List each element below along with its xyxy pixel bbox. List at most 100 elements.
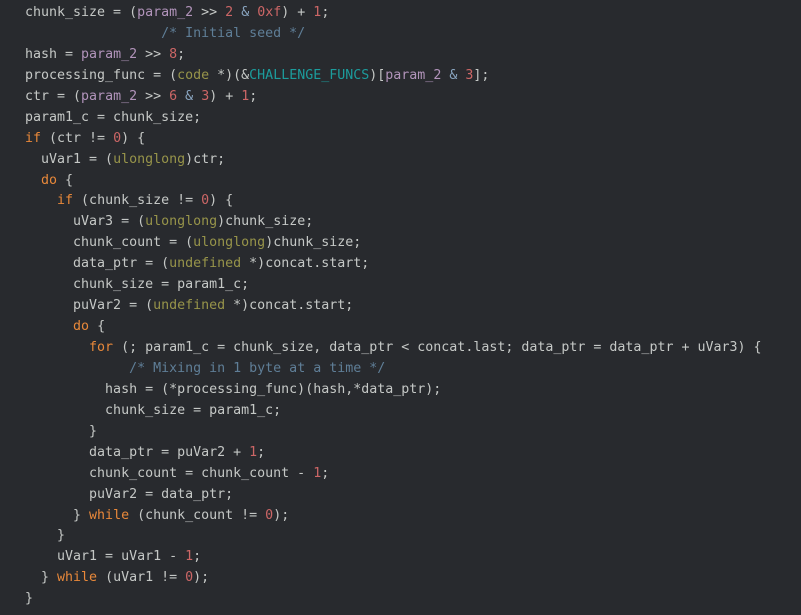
code-token-global: CHALLENGE_FUNCS — [249, 67, 370, 83]
code-token-plain: (; param1_c = chunk_size, data_ptr < con… — [113, 340, 762, 355]
code-token-plain: (chunk_size != — [73, 193, 202, 209]
code-line[interactable]: uVar1 = uVar1 - 1; — [25, 547, 801, 568]
code-token-kw: while — [89, 507, 130, 523]
code-token-param: param_2 — [385, 67, 442, 83]
code-token-plain: ; — [249, 88, 258, 104]
code-line[interactable]: } while (chunk_count != 0); — [25, 506, 801, 527]
code-token-plain: (uVar1 != — [97, 570, 186, 586]
code-token-plain: chunk_size = — [25, 5, 130, 20]
code-token-plain: puVar2 = data_ptr; — [25, 486, 234, 502]
code-token-plain: data_ptr = ( — [25, 256, 170, 272]
code-token-num: 0 — [185, 570, 194, 586]
code-token-plain: puVar2 = ( — [25, 298, 154, 314]
code-token-kw: do — [73, 319, 90, 335]
code-line[interactable]: chunk_size = param1_c; — [25, 401, 801, 422]
code-token-plain: ; — [321, 5, 330, 20]
code-token-type: undefined — [153, 298, 226, 314]
code-line[interactable]: if (chunk_size != 0) { — [25, 191, 801, 212]
code-token-plain: hash = (*processing_func)(hash,*data_ptr… — [25, 381, 442, 397]
code-line[interactable]: data_ptr = (undefined *)concat.start; — [25, 254, 801, 275]
code-token-plain: (ctr != — [41, 130, 114, 146]
code-token-plain: } — [25, 570, 58, 586]
code-token-kw: for — [89, 340, 114, 355]
code-token-kw: if — [25, 130, 42, 146]
code-token-plain: ; — [257, 444, 266, 460]
code-token-num: 0 — [265, 507, 274, 523]
code-token-kw: if — [57, 193, 74, 209]
code-line[interactable]: chunk_count = chunk_count - 1; — [25, 464, 801, 485]
code-token-num: 0xf — [257, 5, 282, 20]
code-token-plain: { — [89, 319, 106, 335]
code-token-plain: } — [25, 507, 90, 523]
code-token-type: ulonglong — [145, 214, 218, 230]
code-token-num: 8 — [169, 46, 178, 62]
code-line[interactable]: /* Initial seed */ — [25, 24, 801, 45]
code-token-param: param_2 — [81, 88, 138, 104]
code-line[interactable]: } while (uVar1 != 0); — [25, 568, 801, 589]
code-token-kw: do — [41, 172, 58, 188]
code-token-plain: ) + — [281, 5, 314, 20]
code-token-num: 0 — [201, 193, 210, 209]
code-token-plain: ; — [193, 549, 202, 565]
code-line[interactable]: do { — [25, 171, 801, 192]
code-token-plain: chunk_size = param1_c; — [25, 277, 250, 293]
code-token-type: ulonglong — [193, 235, 266, 251]
code-token-plain: >> — [193, 5, 226, 20]
code-line[interactable]: for (; param1_c = chunk_size, data_ptr <… — [25, 338, 801, 359]
code-token-plain: } — [25, 423, 98, 439]
code-token-type: code — [177, 67, 210, 83]
code-token-plain: uVar1 = uVar1 - — [25, 549, 186, 565]
code-line[interactable]: uVar3 = (ulonglong)chunk_size; — [25, 212, 801, 233]
code-token-plain: ; — [177, 46, 186, 62]
code-line[interactable]: chunk_size = param1_c; — [25, 275, 801, 296]
code-line[interactable]: chunk_size = (param_2 >> 2 & 0xf) + 1; — [25, 3, 801, 24]
code-line[interactable]: ctr = (param_2 >> 6 & 3) + 1; — [25, 87, 801, 108]
code-line[interactable]: if (ctr != 0) { — [25, 129, 801, 150]
code-token-plain: data_ptr = puVar2 + — [25, 444, 250, 460]
code-line[interactable]: processing_func = (code *)(&CHALLENGE_FU… — [25, 66, 801, 87]
code-editor-view[interactable]: chunk_size = (param_2 >> 2 & 0xf) + 1; /… — [0, 0, 801, 615]
code-token-num: 1 — [249, 444, 258, 460]
code-token-plain: } — [25, 591, 34, 607]
code-token-num: 2 — [225, 5, 234, 20]
code-token-plain: )[ — [369, 67, 386, 83]
code-token-plain: processing_func = ( — [25, 67, 178, 83]
code-token-type: ulonglong — [113, 151, 186, 167]
code-token-plain: uVar3 = ( — [25, 214, 146, 230]
code-line[interactable]: /* Mixing in 1 byte at a time */ — [25, 359, 801, 380]
code-token-plain: hash = — [25, 46, 82, 62]
code-line[interactable]: puVar2 = data_ptr; — [25, 485, 801, 506]
code-token-plain: (chunk_count != — [129, 507, 266, 523]
code-line[interactable]: } — [25, 526, 801, 547]
code-line[interactable]: puVar2 = (undefined *)concat.start; — [25, 296, 801, 317]
code-token-plain: chunk_size = param1_c; — [25, 402, 282, 418]
code-token-num: 6 — [169, 88, 178, 104]
code-line[interactable]: } — [25, 589, 801, 610]
code-line[interactable]: param1_c = chunk_size; — [25, 108, 801, 129]
code-line[interactable]: uVar1 = (ulonglong)ctr; — [25, 150, 801, 171]
code-token-plain: param1_c = chunk_size; — [25, 109, 202, 125]
code-token-plain: )chunk_size; — [265, 235, 362, 251]
code-token-plain: >> — [137, 46, 170, 62]
code-token-punct: ( — [129, 5, 138, 20]
code-token-op: & — [185, 88, 194, 104]
code-token-plain: ) { — [121, 130, 146, 146]
code-line[interactable]: do { — [25, 317, 801, 338]
code-token-plain: *)concat.start; — [241, 256, 370, 272]
code-line[interactable]: hash = param_2 >> 8; — [25, 45, 801, 66]
code-token-plain: uVar1 = ( — [25, 151, 114, 167]
code-line[interactable]: chunk_count = (ulonglong)chunk_size; — [25, 233, 801, 254]
code-token-param: param_2 — [137, 5, 194, 20]
code-line[interactable]: } — [25, 422, 801, 443]
code-token-plain: chunk_count = ( — [25, 235, 194, 251]
code-token-comment: /* Mixing in 1 byte at a time */ — [129, 360, 386, 376]
code-token-kw: while — [57, 570, 98, 586]
code-line[interactable]: hash = (*processing_func)(hash,*data_ptr… — [25, 380, 801, 401]
code-token-plain: ); — [193, 570, 210, 586]
code-token-plain: )chunk_size; — [217, 214, 314, 230]
code-line[interactable]: data_ptr = puVar2 + 1; — [25, 443, 801, 464]
